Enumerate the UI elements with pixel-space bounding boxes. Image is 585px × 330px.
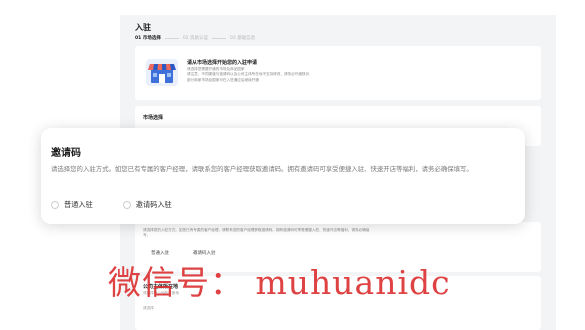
- intro-card: 请从市场选择开始您的入驻申请 请选择您需要开通的市场及商品国家 请注意，不同渠道…: [135, 46, 541, 100]
- intro-desc-line: 部分商家市场及国家可在入驻通过后继续开通: [187, 77, 259, 82]
- step-divider: [212, 37, 226, 39]
- step-indicator: 01 市场选择 02 资质认证 03 基础信息: [135, 35, 255, 41]
- step-market-select: 01 市场选择: [135, 36, 161, 41]
- radio-label: 普通入驻: [64, 200, 93, 209]
- step-qualification: 02 资质认证: [182, 36, 208, 41]
- page-title: 入驻: [135, 23, 151, 32]
- invite-code-dialog: 邀请码 请选择您的入驻方式。如您已有专属的客户经理，请联系您的客户经理获取邀请码…: [41, 128, 525, 224]
- normal-entry-option[interactable]: 普通入驻: [151, 250, 169, 256]
- radio-circle-icon[interactable]: [51, 201, 59, 209]
- dialog-title: 邀请码: [51, 148, 81, 159]
- entry-method-radio-group: 普通入驻 邀请码入驻: [51, 200, 172, 210]
- invite-code-entry-option[interactable]: 邀请码入驻: [193, 250, 216, 256]
- company-location-label: 公司主体所在地: [143, 284, 179, 290]
- storefront-icon: [146, 59, 178, 86]
- company-location-select[interactable]: 请选择: [143, 306, 154, 311]
- radio-circle-icon[interactable]: [122, 201, 131, 209]
- market-select-label: 市场选择: [143, 115, 164, 121]
- company-location-card: 公司主体所在地 请选择您公司的注册地 请选择: [135, 276, 541, 330]
- invite-method-description: 请选择您的入驻方式。如您已有专属的客户经理，请联系您的客户经理获取邀请码。拥有邀…: [143, 228, 369, 238]
- invite-method-desc-line: 写。: [143, 233, 151, 238]
- step-basic-info: 03 基础信息: [230, 36, 256, 41]
- radio-normal-entry[interactable]: 普通入驻: [51, 200, 93, 210]
- invite-method-desc-line: 请选择您的入驻方式。如您已有专属的客户经理，请联系您的客户经理获取邀请码。拥有邀…: [143, 228, 370, 232]
- step-divider: [164, 37, 179, 39]
- intro-description: 请选择您需要开通的市场及商品国家 请注意，不同渠道与邀请码以及公司主体所在地不支…: [187, 67, 309, 83]
- invite-method-section: 请选择您的入驻方式。如您已有专属的客户经理，请联系您的客户经理获取邀请码。拥有邀…: [135, 222, 541, 272]
- radio-invite-code-entry[interactable]: 邀请码入驻: [122, 200, 172, 210]
- intro-title: 请从市场选择开始您的入驻申请: [187, 60, 258, 66]
- radio-label: 邀请码入驻: [135, 200, 172, 209]
- dialog-description: 请选择您的入驻方式。如您已有专属的客户经理，请联系您的客户经理获取邀请码。拥有邀…: [51, 165, 473, 173]
- company-location-hint: 请选择您公司的注册地: [143, 291, 179, 295]
